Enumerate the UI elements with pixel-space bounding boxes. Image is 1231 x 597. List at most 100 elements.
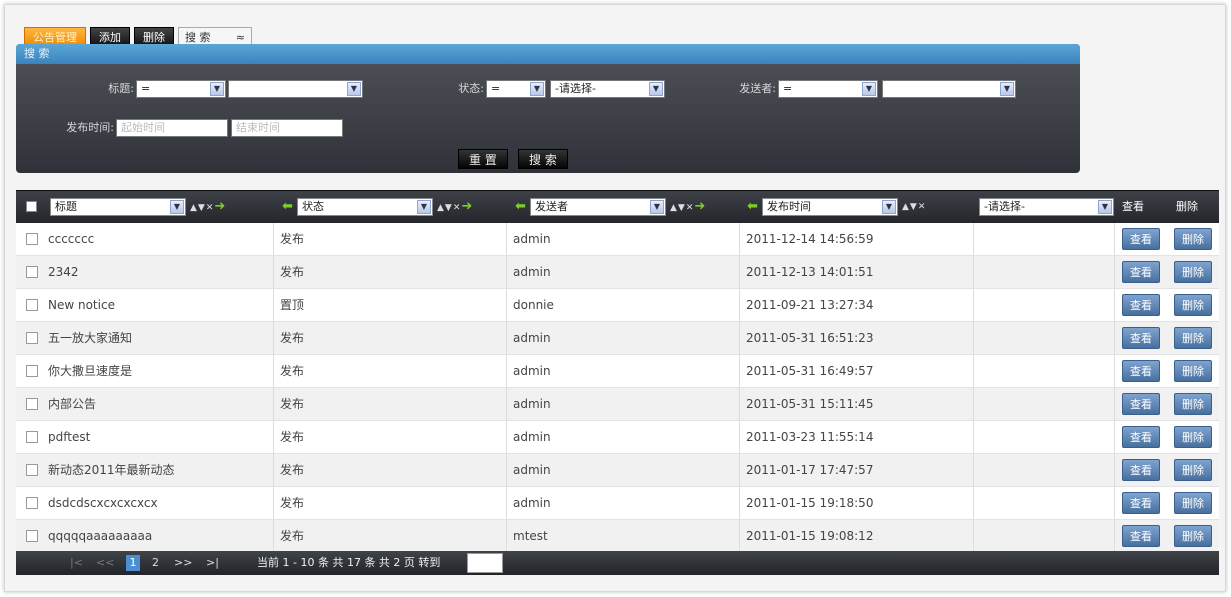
start-time-input[interactable]: 起始时间 [116,119,228,137]
column-divider [739,421,740,453]
delete-row-button[interactable]: 删除 [1174,360,1212,382]
column-divider [273,421,274,453]
sort-controls-time[interactable]: ▲▼✕ [902,198,926,216]
cell-sender: donnie [513,298,554,312]
arrow-left-icon[interactable]: ⬅ [747,198,758,216]
table-row[interactable]: 内部公告 发布 admin 2011-05-31 15:11:45 查看 删除 [16,388,1219,421]
next-page-button[interactable]: >> [174,555,192,571]
status-value-select[interactable]: -请选择- ▼ [550,80,665,98]
arrow-right-icon[interactable]: ➜ [461,199,473,214]
cell-time: 2011-01-15 19:08:12 [746,529,874,543]
select-all-checkbox[interactable] [26,201,37,212]
sender-value-select[interactable]: ▼ [882,80,1016,98]
sort-icons[interactable]: ▲▼✕ [437,203,461,213]
cell-sender: mtest [513,529,548,543]
delete-row-button[interactable]: 删除 [1174,459,1212,481]
table-row[interactable]: qqqqqaaaaaaaaa 发布 mtest 2011-01-15 19:08:12… [16,520,1219,553]
title-operator-select[interactable]: = ▼ [136,80,226,98]
search-panel: 搜 索 标题: = ▼ ▼ 状态: = ▼ -请选择- ▼ 发送者: = ▼ ▼… [16,44,1080,173]
table-row[interactable]: 新动态2011年最新动态 发布 admin 2011-01-17 17:47:57 查看… [16,454,1219,487]
status-operator-value: = [491,82,501,95]
reset-button[interactable]: 重 置 [458,149,508,169]
view-button[interactable]: 查看 [1122,228,1160,250]
column-select-extra[interactable]: -请选择- ▼ [979,198,1114,216]
arrow-left-icon[interactable]: ⬅ [515,198,526,216]
view-button[interactable]: 查看 [1122,294,1160,316]
sort-controls-title[interactable]: ▲▼✕➜ [190,198,226,217]
status-value: -请选择- [555,82,596,95]
goto-page-input[interactable] [467,553,503,573]
sort-controls-sender[interactable]: ▲▼✕➜ [670,198,706,217]
row-checkbox[interactable] [26,530,38,542]
column-divider [273,454,274,486]
view-button[interactable]: 查看 [1122,327,1160,349]
delete-row-button[interactable]: 删除 [1174,492,1212,514]
cell-status: 发布 [280,364,305,378]
row-checkbox[interactable] [26,431,38,443]
row-checkbox[interactable] [26,365,38,377]
column-divider [1114,289,1115,321]
table-row[interactable]: New notice 置顶 donnie 2011-09-21 13:27:34 查看删… [16,289,1219,322]
delete-row-button[interactable]: 删除 [1174,525,1212,547]
row-checkbox[interactable] [26,266,38,278]
table-row[interactable]: ccccccc 发布 admin 2011-12-14 14:56:59 查看 删除 [16,223,1219,256]
end-time-input[interactable]: 结束时间 [231,119,343,137]
view-button[interactable]: 查看 [1122,426,1160,448]
title-operator-value: = [141,82,151,95]
row-checkbox[interactable] [26,497,38,509]
column-select-status[interactable]: 状态 ▼ [297,198,433,216]
status-operator-select[interactable]: = ▼ [486,80,546,98]
column-divider [1114,388,1115,420]
delete-row-button[interactable]: 删除 [1174,294,1212,316]
column-extra-label: -请选择- [984,200,1025,213]
column-select-title[interactable]: 标题 ▼ [50,198,186,216]
view-button[interactable]: 查看 [1122,459,1160,481]
table-row[interactable]: dsdcdscxcxcxcxcx 发布 admin 2011-01-15 19:18:… [16,487,1219,520]
delete-row-button[interactable]: 删除 [1174,261,1212,283]
row-checkbox[interactable] [26,299,38,311]
sort-icons[interactable]: ▲▼✕ [670,203,694,213]
table-row[interactable]: pdftest 发布 admin 2011-03-23 11:55:14 查看 删除 [16,421,1219,454]
page-1-button[interactable]: 1 [126,555,140,571]
table-row[interactable]: 五一放大家通知 发布 admin 2011-05-31 16:51:23 查看 删除 [16,322,1219,355]
row-checkbox[interactable] [26,464,38,476]
view-button[interactable]: 查看 [1122,525,1160,547]
arrow-right-icon[interactable]: ➜ [694,199,706,214]
delete-row-button[interactable]: 删除 [1174,327,1212,349]
table-row[interactable]: 你大撒旦速度是 发布 admin 2011-05-31 16:49:57 查看 删除 [16,355,1219,388]
cell-time: 2011-05-31 16:49:57 [746,364,874,378]
cell-title: 2342 [48,265,79,279]
column-select-time[interactable]: 发布时间 ▼ [762,198,898,216]
view-button[interactable]: 查看 [1122,393,1160,415]
last-page-button[interactable]: >| [206,555,219,571]
delete-row-button[interactable]: 删除 [1174,426,1212,448]
cell-status: 发布 [280,496,305,510]
row-checkbox[interactable] [26,233,38,245]
row-checkbox[interactable] [26,398,38,410]
view-button[interactable]: 查看 [1122,261,1160,283]
sender-operator-select[interactable]: = ▼ [778,80,878,98]
column-divider [739,223,740,255]
title-value-select[interactable]: ▼ [228,80,363,98]
first-page-button[interactable]: |< [70,555,83,571]
cell-time: 2011-05-31 15:11:45 [746,397,874,411]
prev-page-button[interactable]: << [96,555,114,571]
cell-time: 2011-05-31 16:51:23 [746,331,874,345]
chevron-down-icon: ▼ [417,200,431,214]
column-divider [273,520,274,552]
cell-sender: admin [513,397,551,411]
view-button[interactable]: 查看 [1122,360,1160,382]
view-button[interactable]: 查看 [1122,492,1160,514]
sort-icons[interactable]: ▲▼✕ [190,203,214,213]
arrow-left-icon[interactable]: ⬅ [282,198,293,216]
delete-row-button[interactable]: 删除 [1174,393,1212,415]
table-row[interactable]: 2342 发布 admin 2011-12-13 14:01:51 查看 删除 [16,256,1219,289]
page-2-button[interactable]: 2 [152,555,159,571]
column-divider [739,388,740,420]
search-submit-button[interactable]: 搜 索 [518,149,568,169]
row-checkbox[interactable] [26,332,38,344]
arrow-right-icon[interactable]: ➜ [214,199,226,214]
column-select-sender[interactable]: 发送者 ▼ [530,198,666,216]
delete-row-button[interactable]: 删除 [1174,228,1212,250]
sort-controls-status[interactable]: ▲▼✕➜ [437,198,473,217]
